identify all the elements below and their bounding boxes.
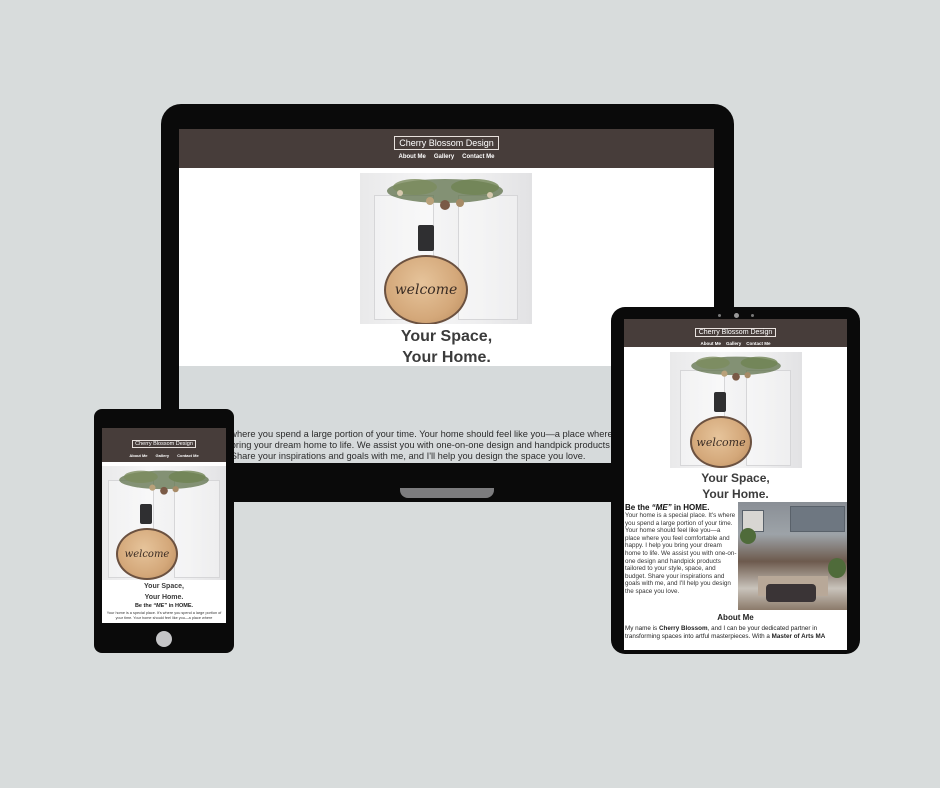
site-logo[interactable]: Cherry Blossom Design <box>694 328 777 337</box>
tablet-screen: Cherry Blossom Design About Me Gallery C… <box>624 319 847 650</box>
greenery-wreath-icon <box>691 356 781 381</box>
hero-welcome-door-image: welcome <box>102 466 226 580</box>
nav-contact-me[interactable]: Contact Me <box>177 453 199 458</box>
site-nav: About Me Gallery Contact Me <box>102 453 226 458</box>
greenery-wreath-icon <box>119 470 209 495</box>
be-the-me-heading: Be the “ME” in HOME. <box>134 603 194 609</box>
nav-gallery[interactable]: Gallery <box>156 453 170 458</box>
be-the-me-text: Your home is a special place. It's where… <box>106 611 222 620</box>
tablet-mockup: Cherry Blossom Design About Me Gallery C… <box>611 307 860 654</box>
greenery-wreath-icon <box>387 179 503 210</box>
nav-about-me[interactable]: About Me <box>129 453 147 458</box>
tablet-camera-icon <box>718 312 754 318</box>
be-the-me-heading: Be the “ME” in HOME. <box>625 503 710 512</box>
laptop-hinge <box>400 488 494 498</box>
nav-about-me[interactable]: About Me <box>700 341 721 346</box>
nav-about-me[interactable]: About Me <box>398 154 425 160</box>
site-nav: About Me Gallery Contact Me <box>179 154 714 160</box>
about-me-text: My name is Cherry Blossom, and I can be … <box>625 625 826 640</box>
hero-welcome-door-image: welcome <box>670 352 802 468</box>
nav-contact-me[interactable]: Contact Me <box>746 341 770 346</box>
be-the-me-text: Your home is a special place. It's where… <box>625 512 737 595</box>
hero-title: Your Space, Your Home. <box>701 471 770 501</box>
site-logo[interactable]: Cherry Blossom Design <box>132 440 196 448</box>
welcome-sign: welcome <box>384 255 468 324</box>
phone-screen: Cherry Blossom Design About Me Gallery C… <box>102 428 226 623</box>
nav-gallery[interactable]: Gallery <box>726 341 741 346</box>
welcome-sign: welcome <box>116 528 178 580</box>
nav-gallery[interactable]: Gallery <box>434 154 454 160</box>
site-header: Cherry Blossom Design About Me Gallery C… <box>179 129 714 168</box>
site-logo[interactable]: Cherry Blossom Design <box>394 136 499 150</box>
phone-mockup: Cherry Blossom Design About Me Gallery C… <box>94 409 234 653</box>
be-the-me-section: Be the “ME” in HOME. Your home is a spec… <box>624 502 847 612</box>
site-header: Cherry Blossom Design About Me Gallery C… <box>624 319 847 347</box>
interior-kitchen-image <box>738 502 847 610</box>
site-header: Cherry Blossom Design About Me Gallery C… <box>102 428 226 462</box>
site-nav: About Me Gallery Contact Me <box>624 341 847 346</box>
hero-title: Your Space, Your Home. <box>144 583 184 601</box>
about-me-heading: About Me <box>717 613 754 622</box>
welcome-sign: welcome <box>690 416 752 468</box>
nav-contact-me[interactable]: Contact Me <box>462 154 494 160</box>
home-button[interactable] <box>156 631 172 647</box>
hero-welcome-door-image: welcome <box>360 173 532 324</box>
